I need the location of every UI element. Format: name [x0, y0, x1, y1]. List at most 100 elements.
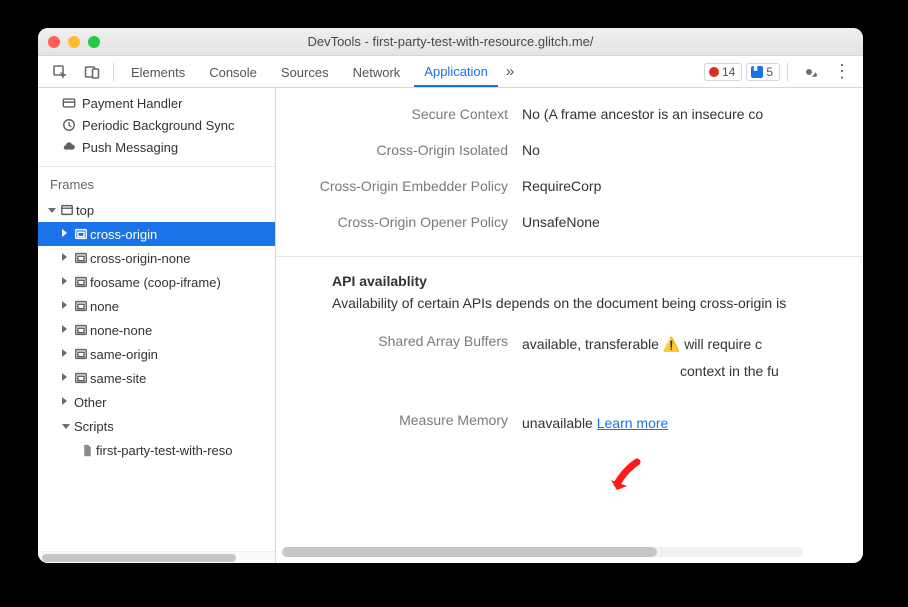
window-icon — [60, 203, 74, 217]
scrollbar-thumb[interactable] — [282, 547, 657, 557]
sidebar-item-label: Periodic Background Sync — [82, 118, 234, 133]
sidebar-item-push-messaging[interactable]: Push Messaging — [38, 136, 275, 158]
tree-item-other[interactable]: Other — [38, 390, 275, 414]
tab-sources[interactable]: Sources — [271, 58, 339, 86]
tree-item-same-origin[interactable]: same-origin — [38, 342, 275, 366]
tree-item-top[interactable]: top — [38, 198, 275, 222]
sidebar: Payment Handler Periodic Background Sync… — [38, 88, 276, 563]
main-panel: Secure Context No (A frame ancestor is a… — [276, 88, 863, 563]
caret-right-icon — [62, 253, 72, 264]
tree-item-label: foosame (coop-iframe) — [90, 275, 221, 290]
titlebar: DevTools - first-party-test-with-resourc… — [38, 28, 863, 56]
tree-item-label: Scripts — [74, 419, 114, 434]
api-availability-title: API availablity — [276, 257, 863, 295]
api-value: unavailable — [522, 415, 593, 431]
prop-key: Cross-Origin Isolated — [276, 142, 522, 158]
api-shared-array-buffers: Shared Array Buffers available, transfer… — [276, 323, 863, 392]
prop-key: Shared Array Buffers — [276, 331, 522, 349]
inspect-element-button[interactable] — [46, 60, 74, 84]
tree-item-label: none-none — [90, 323, 152, 338]
caret-right-icon — [62, 373, 72, 384]
frames-section-title: Frames — [38, 167, 275, 198]
prop-coep: Cross-Origin Embedder Policy RequireCorp — [276, 168, 863, 204]
document-icon — [80, 443, 94, 457]
api-availability-subtitle: Availability of certain APIs depends on … — [276, 295, 863, 323]
issues-count: 5 — [766, 65, 773, 79]
caret-right-icon — [62, 349, 72, 360]
caret-right-icon — [62, 277, 72, 288]
tree-item-cross-origin-none[interactable]: cross-origin-none — [38, 246, 275, 270]
frame-icon — [74, 347, 88, 361]
tab-elements[interactable]: Elements — [121, 58, 195, 86]
caret-right-icon — [62, 229, 72, 240]
devtools-window: DevTools - first-party-test-with-resourc… — [38, 28, 863, 563]
clock-icon — [62, 118, 76, 132]
tab-application[interactable]: Application — [414, 57, 498, 87]
sidebar-item-payment-handler[interactable]: Payment Handler — [38, 92, 275, 114]
frame-icon — [74, 227, 88, 241]
device-toolbar-button[interactable] — [78, 60, 106, 84]
error-icon — [709, 67, 719, 77]
scrollbar-thumb[interactable] — [42, 554, 236, 562]
learn-more-link[interactable]: Learn more — [597, 415, 669, 431]
prop-key: Cross-Origin Opener Policy — [276, 214, 522, 230]
api-warning: ⚠️ will require c — [663, 336, 762, 352]
caret-right-icon — [62, 301, 72, 312]
prop-value: RequireCorp — [522, 178, 847, 194]
settings-button[interactable] — [795, 60, 823, 84]
tree-item-foosame[interactable]: foosame (coop-iframe) — [38, 270, 275, 294]
tree-item-scripts[interactable]: Scripts — [38, 414, 275, 438]
tree-item-label: cross-origin-none — [90, 251, 190, 266]
cloud-icon — [62, 140, 76, 154]
tree-item-same-site[interactable]: same-site — [38, 366, 275, 390]
prop-cross-origin-isolated: Cross-Origin Isolated No — [276, 132, 863, 168]
sidebar-item-label: Payment Handler — [82, 96, 182, 111]
api-warning-line2: context in the fu — [522, 363, 779, 379]
caret-down-icon — [48, 205, 58, 216]
tree-item-none-none[interactable]: none-none — [38, 318, 275, 342]
frame-icon — [74, 323, 88, 337]
tree-item-script-file[interactable]: first-party-test-with-reso — [38, 438, 275, 462]
sidebar-item-label: Push Messaging — [82, 140, 178, 155]
annotation-arrow-icon — [607, 456, 647, 496]
background-services-list: Payment Handler Periodic Background Sync… — [38, 88, 275, 158]
prop-value: UnsafeNone — [522, 214, 847, 230]
api-value: available, transferable — [522, 336, 659, 352]
credit-card-icon — [62, 96, 76, 110]
kebab-menu-button[interactable]: ⋮ — [827, 61, 857, 82]
more-tabs-button[interactable]: » — [502, 63, 518, 80]
tree-item-label: same-site — [90, 371, 146, 386]
main-scrollbar[interactable] — [282, 547, 803, 557]
tree-item-label: top — [76, 203, 94, 218]
prop-key: Secure Context — [276, 106, 522, 122]
frame-icon — [74, 371, 88, 385]
tree-item-label: none — [90, 299, 119, 314]
caret-right-icon — [62, 325, 72, 336]
sidebar-scrollbar[interactable] — [38, 551, 275, 563]
tab-network[interactable]: Network — [343, 58, 411, 86]
caret-right-icon — [62, 397, 72, 408]
tree-item-label: cross-origin — [90, 227, 157, 242]
errors-badge[interactable]: 14 — [704, 63, 742, 81]
tab-console[interactable]: Console — [199, 58, 267, 86]
frame-icon — [74, 251, 88, 265]
issues-badge[interactable]: ▘ 5 — [746, 63, 780, 81]
window-title: DevTools - first-party-test-with-resourc… — [38, 34, 863, 49]
sidebar-item-periodic-background-sync[interactable]: Periodic Background Sync — [38, 114, 275, 136]
tree-item-cross-origin[interactable]: cross-origin — [38, 222, 275, 246]
prop-secure-context: Secure Context No (A frame ancestor is a… — [276, 96, 863, 132]
caret-down-icon — [62, 421, 72, 432]
prop-value: No — [522, 142, 847, 158]
prop-value: No (A frame ancestor is an insecure co — [522, 106, 847, 122]
frames-tree: top cross-origin cross-origin-none — [38, 198, 275, 470]
errors-count: 14 — [722, 65, 735, 79]
tree-item-label: first-party-test-with-reso — [96, 443, 233, 458]
tree-item-label: Other — [74, 395, 107, 410]
tree-item-label: same-origin — [90, 347, 158, 362]
tree-item-none[interactable]: none — [38, 294, 275, 318]
prop-coop: Cross-Origin Opener Policy UnsafeNone — [276, 204, 863, 240]
toolbar: Elements Console Sources Network Applica… — [38, 56, 863, 88]
api-measure-memory: Measure Memory unavailable Learn more — [276, 392, 863, 445]
frame-icon — [74, 275, 88, 289]
issues-icon: ▘ — [751, 66, 763, 78]
